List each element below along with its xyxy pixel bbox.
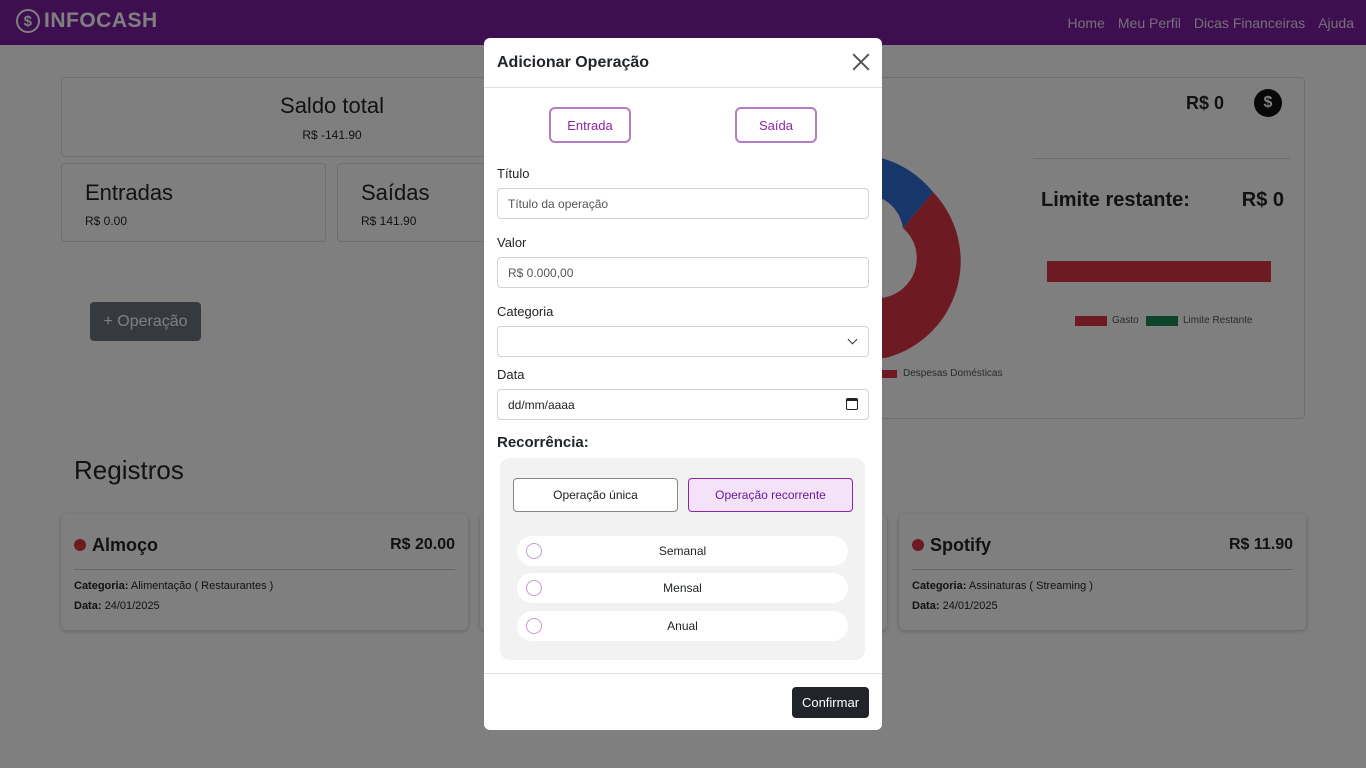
data-label: Data <box>497 367 525 382</box>
categoria-label: Categoria <box>497 304 554 319</box>
calendar-icon[interactable] <box>846 398 858 410</box>
operacao-unica-button[interactable]: Operação única <box>513 478 678 512</box>
recorrencia-box: Operação única Operação recorrente Seman… <box>500 458 865 660</box>
valor-input[interactable]: R$ 0.000,00 <box>497 257 869 288</box>
modal-header: Adicionar Operação <box>484 38 882 88</box>
data-input[interactable]: dd/mm/aaaa <box>497 389 869 420</box>
modal-title: Adicionar Operação <box>497 54 650 71</box>
option-label: Mensal <box>663 581 702 595</box>
confirm-button[interactable]: Confirmar <box>792 687 869 718</box>
saida-button[interactable]: Saída <box>735 107 817 143</box>
add-operation-modal: Adicionar Operação Entrada Saída Título … <box>484 38 882 730</box>
close-icon[interactable] <box>852 53 870 71</box>
titulo-label: Título <box>497 166 530 181</box>
categoria-select[interactable] <box>497 326 869 357</box>
modal-footer: Confirmar <box>484 673 882 730</box>
option-semanal[interactable]: Semanal <box>517 536 848 566</box>
option-label: Semanal <box>658 544 707 558</box>
option-mensal[interactable]: Mensal <box>517 573 848 603</box>
recorrencia-label: Recorrência: <box>497 434 589 451</box>
option-label: Anual <box>667 619 698 633</box>
operacao-recorrente-button[interactable]: Operação recorrente <box>688 478 853 512</box>
option-anual[interactable]: Anual <box>517 611 848 641</box>
chevron-down-icon <box>847 334 858 345</box>
entrada-button[interactable]: Entrada <box>549 107 631 143</box>
valor-label: Valor <box>497 235 527 250</box>
data-placeholder: dd/mm/aaaa <box>508 397 575 412</box>
titulo-input[interactable]: Título da operação <box>497 188 869 219</box>
